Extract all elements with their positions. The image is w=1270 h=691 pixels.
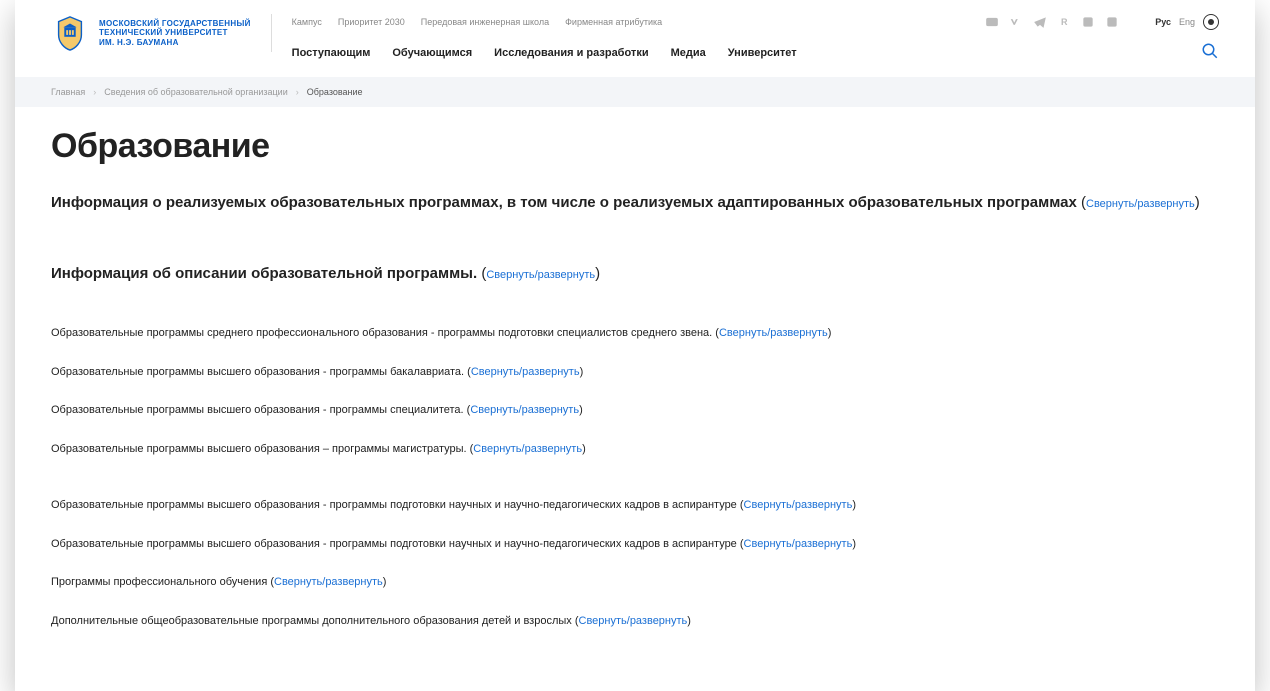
youtube-icon[interactable] [985, 15, 999, 29]
top-row: Кампус Приоритет 2030 Передовая инженерн… [292, 14, 1219, 30]
page-title: Образование [51, 127, 1219, 166]
header-right: Кампус Приоритет 2030 Передовая инженерн… [292, 14, 1219, 77]
breadcrumb: Главная › Сведения об образовательной ор… [15, 77, 1255, 107]
row-text: Образовательные программы высшего образо… [51, 443, 467, 455]
dzen-icon[interactable] [1105, 15, 1119, 29]
row-text: Образовательные программы среднего профе… [51, 327, 712, 339]
nav-university[interactable]: Университет [728, 47, 797, 59]
top-link-priority[interactable]: Приоритет 2030 [338, 17, 405, 27]
accessibility-icon[interactable] [1203, 14, 1219, 30]
nav-applicants[interactable]: Поступающим [292, 47, 371, 59]
lang-en[interactable]: Eng [1179, 17, 1195, 27]
toggle-link[interactable]: Свернуть/развернуть [274, 576, 383, 588]
logo-text: МОСКОВСКИЙ ГОСУДАРСТВЕННЫЙ ТЕХНИЧЕСКИЙ У… [99, 19, 251, 48]
language-switch: Рус Eng [1155, 14, 1219, 30]
toggle-link[interactable]: Свернуть/развернуть [719, 327, 828, 339]
section-programs-info: Информация о реализуемых образовательных… [51, 192, 1219, 215]
university-crest-icon [51, 14, 89, 52]
telegram-icon[interactable] [1033, 15, 1047, 29]
top-link-campus[interactable]: Кампус [292, 17, 322, 27]
toggle-link[interactable]: Свернуть/развернуть [1086, 198, 1195, 210]
row-text: Образовательные программы высшего образо… [51, 538, 737, 550]
row-aspirant-1: Образовательные программы высшего образо… [51, 497, 1219, 514]
page: МОСКОВСКИЙ ГОСУДАРСТВЕННЫЙ ТЕХНИЧЕСКИЙ У… [15, 0, 1255, 691]
row-text: Программы профессионального обучения [51, 576, 267, 588]
toggle-link[interactable]: Свернуть/развернуть [744, 538, 853, 550]
nav-media[interactable]: Медиа [671, 47, 706, 59]
section-description-info-text: Информация об описании образовательной п… [51, 265, 477, 282]
row-bachelor: Образовательные программы высшего образо… [51, 364, 1219, 381]
lang-ru[interactable]: Рус [1155, 17, 1171, 27]
social-icons: R [985, 15, 1119, 29]
nav-students[interactable]: Обучающимся [392, 47, 472, 59]
row-spo: Образовательные программы среднего профе… [51, 325, 1219, 342]
toggle-link[interactable]: Свернуть/развернуть [744, 499, 853, 511]
breadcrumb-current: Образование [307, 87, 363, 97]
section-description-info: Информация об описании образовательной п… [51, 263, 1219, 286]
search-icon[interactable] [1201, 42, 1219, 63]
main-nav: Поступающим Обучающимся Исследования и р… [292, 30, 1219, 77]
nav-research[interactable]: Исследования и разработки [494, 47, 648, 59]
row-text: Образовательные программы высшего образо… [51, 366, 464, 378]
row-text: Дополнительные общеобразовательные прогр… [51, 615, 572, 627]
logo-block[interactable]: МОСКОВСКИЙ ГОСУДАРСТВЕННЫЙ ТЕХНИЧЕСКИЙ У… [51, 14, 272, 52]
breadcrumb-sveden[interactable]: Сведения об образовательной организации [104, 87, 287, 97]
toggle-link[interactable]: Свернуть/развернуть [470, 404, 579, 416]
row-master: Образовательные программы высшего образо… [51, 441, 1219, 458]
toggle-link[interactable]: Свернуть/развернуть [471, 366, 580, 378]
row-text: Образовательные программы высшего образо… [51, 499, 737, 511]
top-links: Кампус Приоритет 2030 Передовая инженерн… [292, 17, 663, 27]
row-aspirant-2: Образовательные программы высшего образо… [51, 536, 1219, 553]
row-additional: Дополнительные общеобразовательные прогр… [51, 613, 1219, 630]
toggle-link[interactable]: Свернуть/развернуть [486, 269, 595, 281]
content: Образование Информация о реализуемых обр… [15, 107, 1255, 691]
ok-icon[interactable] [1081, 15, 1095, 29]
section-programs-info-text: Информация о реализуемых образовательных… [51, 194, 1077, 211]
top-link-brand[interactable]: Фирменная атрибутика [565, 17, 662, 27]
toggle-link[interactable]: Свернуть/развернуть [579, 615, 688, 627]
row-text: Образовательные программы высшего образо… [51, 404, 464, 416]
chevron-right-icon: › [93, 87, 96, 97]
header: МОСКОВСКИЙ ГОСУДАРСТВЕННЫЙ ТЕХНИЧЕСКИЙ У… [15, 0, 1255, 77]
vk-icon[interactable] [1009, 15, 1023, 29]
row-specialist: Образовательные программы высшего образо… [51, 402, 1219, 419]
chevron-right-icon: › [296, 87, 299, 97]
row-prof-training: Программы профессионального обучения (Св… [51, 574, 1219, 591]
top-link-school[interactable]: Передовая инженерная школа [421, 17, 549, 27]
rutube-icon[interactable]: R [1057, 15, 1071, 29]
breadcrumb-home[interactable]: Главная [51, 87, 85, 97]
toggle-link[interactable]: Свернуть/развернуть [473, 443, 582, 455]
